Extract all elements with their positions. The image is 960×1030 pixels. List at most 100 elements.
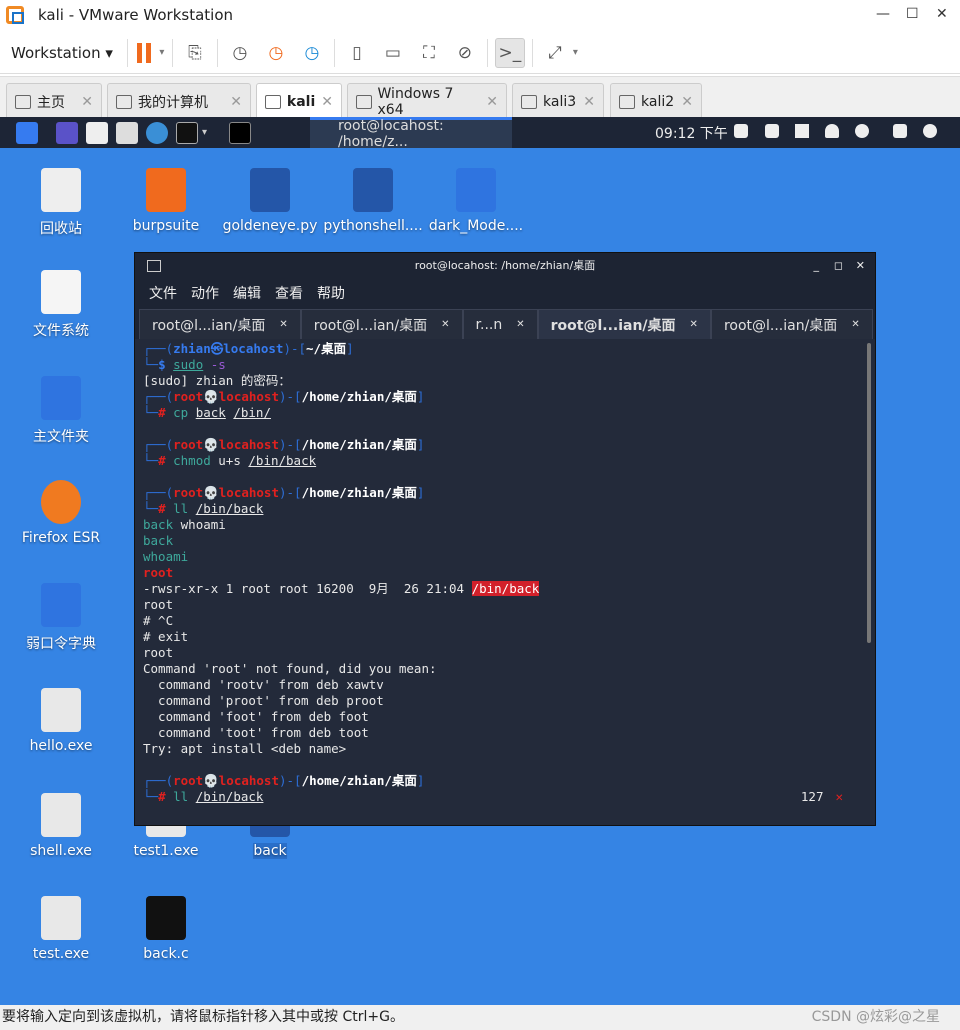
status-text: 要将输入定向到该虚拟机，请将鼠标指针移入其中或按 Ctrl+G。 — [2, 1009, 404, 1025]
terminal-text: root — [143, 645, 174, 660]
thumbnail-bar-icon[interactable]: ▭ — [378, 38, 408, 68]
tab-close-icon[interactable]: ✕ — [851, 319, 859, 330]
terminal-tab-label: root@l...ian/桌面 — [152, 317, 266, 334]
close-button[interactable]: ✕ — [936, 6, 948, 22]
terminal-text: zhian㉿locahost — [173, 341, 284, 356]
snapshot-manager-icon[interactable]: ◷ — [297, 38, 327, 68]
vm-tab-2[interactable]: kali ✕ — [256, 83, 342, 119]
tab-close-icon[interactable]: ✕ — [441, 319, 449, 330]
menu-item[interactable]: 动作 — [191, 283, 219, 303]
unity-icon[interactable]: ⊘ — [450, 38, 480, 68]
terminal-text: root💀locahost — [173, 389, 279, 404]
terminal-tab[interactable]: root@l...ian/桌面 ✕ — [300, 309, 463, 339]
tab-close-icon[interactable]: ✕ — [690, 319, 698, 330]
maximize-button[interactable]: ☐ — [906, 6, 919, 22]
terminal-icon[interactable] — [176, 121, 198, 144]
vm-tab-5[interactable]: kali2 ✕ — [610, 83, 702, 119]
sidebar-toggle-icon[interactable]: ▯ — [342, 38, 372, 68]
status-bar: 要将输入定向到该虚拟机，请将鼠标指针移入其中或按 Ctrl+G。 CSDN @炫… — [0, 1005, 960, 1030]
terminal-tab[interactable]: root@l...ian/桌面 ✕ — [139, 309, 301, 339]
desktop-icon[interactable]: dark_Mode.... — [426, 168, 526, 234]
kali-menu-icon[interactable] — [16, 121, 38, 144]
vm-tab-icon — [15, 94, 31, 109]
desktop-icon[interactable]: pythonshell.... — [323, 168, 423, 234]
tab-close-icon[interactable]: ✕ — [486, 94, 498, 110]
desktop-icon[interactable]: Firefox ESR — [11, 480, 111, 546]
terminal-tab[interactable]: root@l...ian/桌面 ✕ — [537, 309, 711, 339]
full-screen-icon[interactable]: ⛶ — [414, 38, 444, 68]
chevron-down-icon[interactable]: ▾ — [573, 47, 578, 58]
terminal-text: -s — [203, 357, 226, 372]
desktop-icon[interactable]: 主文件夹 — [11, 376, 111, 446]
send-ctrl-alt-del-icon[interactable]: ⎘ — [180, 38, 210, 68]
desktop-icon[interactable]: shell.exe — [11, 793, 111, 859]
desktop-icon-label: test.exe — [32, 946, 90, 962]
desktop-icon[interactable]: goldeneye.py — [220, 168, 320, 234]
notification-bell-icon[interactable] — [825, 124, 839, 138]
divider — [486, 38, 488, 67]
terminal-tab[interactable]: r...n ✕ — [462, 309, 538, 339]
maximize-button[interactable]: ◻ — [834, 253, 843, 279]
browser-icon[interactable] — [146, 121, 168, 144]
tab-close-icon[interactable]: ✕ — [230, 94, 242, 110]
terminal-line: root — [143, 645, 861, 661]
terminal-line: [sudo] zhian 的密码： — [143, 373, 861, 389]
menu-item[interactable]: 编辑 — [233, 283, 261, 303]
workspace-icon[interactable] — [56, 121, 78, 144]
logout-icon[interactable] — [923, 124, 937, 138]
taskbar-terminal-window[interactable]: root@locahost: /home/z... — [310, 117, 512, 150]
tab-close-icon[interactable]: ✕ — [583, 94, 595, 110]
stretch-icon[interactable]: ⤢ — [540, 38, 570, 68]
keyboard-icon[interactable] — [765, 124, 779, 138]
desktop-icon[interactable]: hello.exe — [11, 688, 111, 754]
minimize-button[interactable]: _ — [814, 253, 820, 279]
terminal-output[interactable]: ┌──(zhian㉿locahost)-[~/桌面] └─$ sudo -s [su… — [143, 341, 861, 805]
menu-item[interactable]: 帮助 — [317, 283, 345, 303]
volume-icon[interactable] — [795, 124, 809, 138]
scrollbar[interactable] — [867, 343, 871, 643]
tab-close-icon[interactable]: ✕ — [681, 94, 693, 110]
vm-tab-label: 主页 — [37, 94, 65, 111]
tab-close-icon[interactable]: ✕ — [516, 319, 524, 330]
clock[interactable]: 09:12 下午 — [655, 123, 728, 143]
pause-button[interactable]: ▾ — [135, 38, 165, 68]
console-view-icon[interactable]: >_ — [494, 37, 525, 68]
terminal-line: back — [143, 533, 861, 549]
snapshot-take-icon[interactable]: ◷ — [225, 38, 255, 68]
tab-close-icon[interactable]: ✕ — [81, 94, 93, 110]
desktop-icon[interactable]: back.c — [116, 896, 216, 962]
desktop-icon[interactable]: test.exe — [11, 896, 111, 962]
desktop-icon[interactable]: 文件系统 — [11, 270, 111, 340]
desktop-icon-label: back.c — [143, 946, 189, 962]
terminal-tab[interactable]: root@l...ian/桌面 ✕ — [710, 309, 873, 339]
tab-close-icon[interactable]: ✕ — [321, 94, 333, 110]
tab-close-icon[interactable]: ✕ — [279, 319, 287, 330]
desktop-icon-label: 主文件夹 — [33, 429, 89, 445]
snapshot-revert-icon[interactable]: ◷ — [261, 38, 291, 68]
vm-tab-1[interactable]: 我的计算机 ✕ — [107, 83, 251, 119]
close-button[interactable]: ✕ — [856, 253, 865, 279]
vm-tab-0[interactable]: 主页 ✕ — [6, 83, 102, 119]
workstation-menu-button[interactable]: Workstation ▾ — [11, 44, 113, 62]
display-icon[interactable] — [734, 124, 748, 138]
desktop-icon-label: test1.exe — [133, 843, 199, 859]
desktop-icon[interactable]: 回收站 — [11, 168, 111, 238]
vm-tab-icon — [619, 94, 635, 109]
vm-tab-4[interactable]: kali3 ✕ — [512, 83, 604, 119]
file-manager-icon[interactable] — [86, 121, 108, 144]
power-manager-icon[interactable] — [855, 124, 869, 138]
terminal-launcher-icon[interactable] — [229, 121, 252, 144]
terminal-text: root — [143, 597, 174, 612]
menu-item[interactable]: 文件 — [149, 283, 177, 303]
desktop-icon[interactable]: burpsuite — [116, 168, 216, 234]
menu-item[interactable]: 查看 — [275, 283, 303, 303]
vm-tab-3[interactable]: Windows 7 x64 ✕ — [347, 83, 507, 119]
minimize-button[interactable]: — — [876, 6, 890, 22]
terminal-text: └─ — [143, 501, 159, 516]
text-editor-icon[interactable] — [116, 121, 138, 144]
lock-icon[interactable] — [893, 124, 907, 138]
desktop-icon[interactable]: 弱口令字典 — [11, 583, 111, 653]
chevron-down-icon[interactable]: ▾ — [202, 127, 207, 138]
